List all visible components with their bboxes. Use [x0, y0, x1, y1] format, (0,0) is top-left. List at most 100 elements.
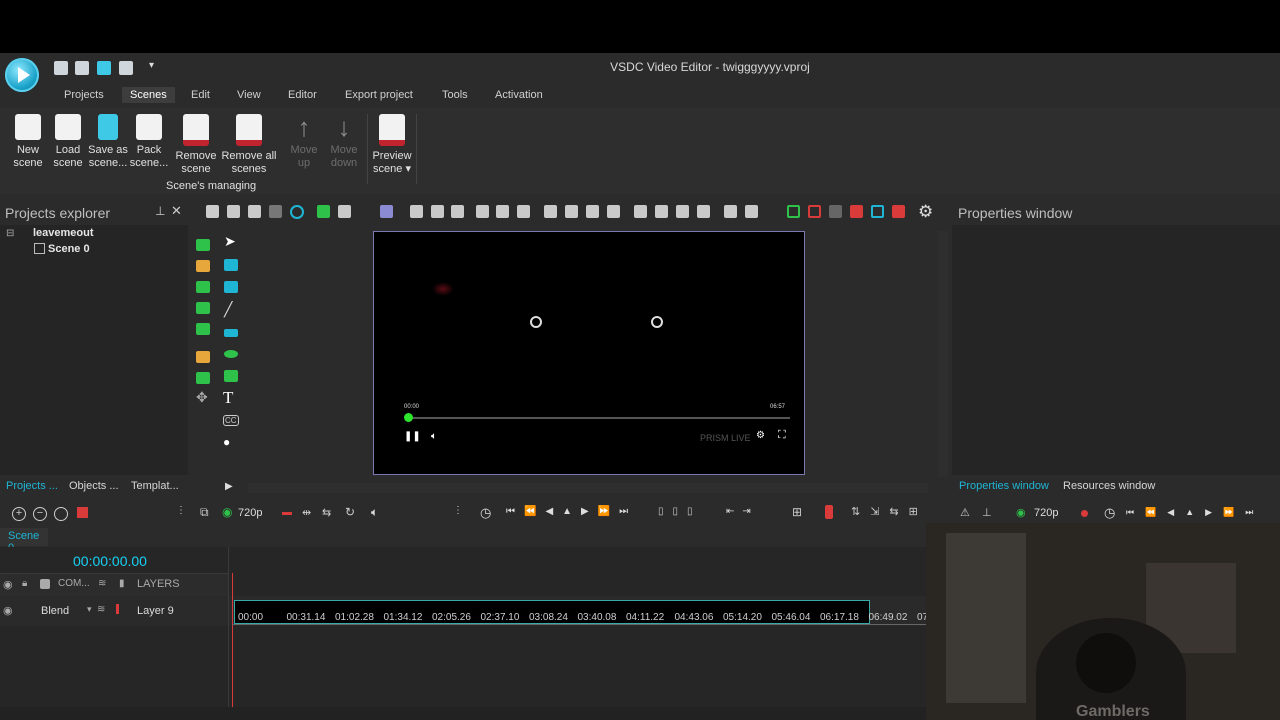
- menu-export-project[interactable]: Export project: [345, 89, 413, 101]
- layer-audio-icon[interactable]: ≋: [97, 604, 105, 615]
- timeline-ruler[interactable]: 00:00 00:31.14 01:02.28 01:34.12 02:05.26 02:…: [232, 604, 956, 626]
- scene-tab[interactable]: Scene 0: [0, 528, 48, 554]
- toolbar-more-icon[interactable]: ⋮: [176, 505, 186, 516]
- move-tool-icon[interactable]: ✥: [196, 389, 208, 406]
- distribute-v-icon[interactable]: [565, 205, 578, 218]
- composite-icon[interactable]: [40, 579, 50, 589]
- toolbar-more-2-icon[interactable]: ⋮: [453, 505, 463, 516]
- image-tool-icon[interactable]: [196, 281, 210, 293]
- move-up-button[interactable]: ↑ Move up: [284, 114, 324, 170]
- align-top-icon[interactable]: [476, 205, 489, 218]
- rectangle-tool-icon[interactable]: [224, 329, 238, 337]
- sprite-tool-icon[interactable]: [196, 260, 210, 272]
- timeline-tools-right[interactable]: ⇅⇲⇆⊞: [851, 505, 928, 518]
- video-tool-icon[interactable]: [196, 323, 210, 335]
- preview-clock-icon[interactable]: ◷: [1104, 505, 1115, 521]
- pack-scene-button[interactable]: Pack scene...: [127, 114, 171, 170]
- vertical-scrollbar[interactable]: [938, 231, 948, 477]
- split-icon[interactable]: ⇹: [302, 506, 311, 519]
- rewind-10-icon[interactable]: [530, 316, 542, 328]
- grid-icon[interactable]: [829, 205, 842, 218]
- align-center-icon[interactable]: [431, 205, 444, 218]
- expand-tools-icon[interactable]: ▶: [225, 481, 233, 492]
- settings-gear-icon[interactable]: ⚙: [918, 202, 933, 222]
- tab-templates[interactable]: Templat...: [131, 480, 179, 492]
- repeat-icon[interactable]: ↻: [345, 505, 355, 519]
- motion-tool-icon[interactable]: [196, 372, 210, 384]
- text-tool-icon[interactable]: T: [223, 388, 233, 408]
- pointer-tool-icon[interactable]: ➤: [224, 233, 236, 250]
- save-as-scene-button[interactable]: Save as scene...: [86, 114, 130, 170]
- text-box-tool-icon[interactable]: [224, 259, 238, 271]
- align-left-icon[interactable]: [410, 205, 423, 218]
- order-down-icon[interactable]: [655, 205, 668, 218]
- pin-icon[interactable]: ⊥: [155, 204, 165, 218]
- video-preview[interactable]: 00:00 06:57 ❚❚ 🔈︎ PRISM LIVE ⚙ ⛶: [373, 231, 805, 475]
- render-mode-icon[interactable]: ⧉: [200, 505, 209, 520]
- transport-controls[interactable]: ⏮⏪◀▲▶⏩⏭: [506, 506, 637, 517]
- align-bottom-icon[interactable]: [517, 205, 530, 218]
- guide-red-icon[interactable]: [808, 205, 821, 218]
- visibility-eye-icon[interactable]: ◉: [3, 578, 13, 591]
- menu-editor[interactable]: Editor: [288, 89, 317, 101]
- safe-area-icon[interactable]: [871, 205, 884, 218]
- zoom-fit-icon[interactable]: [54, 507, 68, 521]
- spectrum-tool-icon[interactable]: [196, 351, 210, 363]
- preview-eye-icon[interactable]: ◉: [222, 505, 232, 519]
- layer-blend-mode[interactable]: Blend: [41, 605, 69, 617]
- menu-view[interactable]: View: [237, 89, 261, 101]
- tab-projects[interactable]: Projects ...: [6, 480, 58, 492]
- volume-icon[interactable]: 🔈︎: [431, 431, 437, 442]
- cut-icon[interactable]: [206, 205, 219, 218]
- pause-icon[interactable]: ❚❚: [404, 431, 421, 442]
- volume-toggle-icon[interactable]: 🔈︎: [371, 505, 378, 520]
- tree-collapse-icon[interactable]: ⊟: [6, 228, 14, 239]
- preview-quality[interactable]: 720p: [1034, 507, 1058, 519]
- tree-item-project[interactable]: leavemeout: [33, 227, 94, 239]
- shape-2-icon[interactable]: [745, 205, 758, 218]
- horizontal-scrollbar[interactable]: [248, 483, 928, 493]
- close-icon[interactable]: ✕: [171, 203, 182, 219]
- subtitle-tool-icon[interactable]: [224, 281, 238, 293]
- preview-transport[interactable]: ⏮⏪◀▲▶⏩⏭: [1126, 507, 1264, 518]
- line-tool-icon[interactable]: ╱: [224, 301, 232, 318]
- zoom-in-icon[interactable]: +: [12, 507, 26, 521]
- playhead[interactable]: [232, 573, 233, 720]
- captions-tool-icon[interactable]: CC: [223, 415, 239, 426]
- layer-eye-icon[interactable]: ◉: [3, 604, 13, 617]
- paste-icon[interactable]: [248, 205, 261, 218]
- remove-scene-button[interactable]: Remove scene: [174, 114, 218, 176]
- preview-scene-button[interactable]: Preview scene ▾: [370, 114, 414, 176]
- tab-properties-window[interactable]: Properties window: [959, 480, 1049, 492]
- marker-controls[interactable]: ▯▯▯: [658, 506, 702, 517]
- layout-icon[interactable]: ⊞: [792, 505, 802, 519]
- ellipse-tool-icon[interactable]: [224, 350, 238, 358]
- shape-icon[interactable]: [724, 205, 737, 218]
- record-icon[interactable]: [77, 507, 88, 518]
- load-scene-button[interactable]: Load scene: [46, 114, 90, 170]
- guide-green-icon[interactable]: [787, 205, 800, 218]
- player-seek-handle[interactable]: [404, 413, 413, 422]
- quality-select[interactable]: 720p: [238, 507, 262, 519]
- tab-resources-window[interactable]: Resources window: [1063, 480, 1155, 492]
- menu-tools[interactable]: Tools: [442, 89, 468, 101]
- align-middle-icon[interactable]: [496, 205, 509, 218]
- crop-icon[interactable]: [380, 205, 393, 218]
- edit-icon[interactable]: ⚠: [960, 506, 970, 519]
- preview-eye-icon-2[interactable]: ◉: [1016, 506, 1026, 519]
- marker-red-icon[interactable]: [825, 505, 833, 519]
- jump-controls[interactable]: ⇤⇥: [726, 506, 759, 517]
- redo-icon[interactable]: [338, 205, 351, 218]
- loop-icon[interactable]: ⇆: [322, 506, 331, 519]
- delete-icon[interactable]: [269, 205, 282, 218]
- menu-edit[interactable]: Edit: [191, 89, 210, 101]
- menu-projects[interactable]: Projects: [64, 89, 104, 101]
- freeform-tool-icon[interactable]: [224, 370, 238, 382]
- fullscreen-fit-icon[interactable]: [607, 205, 620, 218]
- fullscreen-icon[interactable]: ⛶: [778, 429, 786, 442]
- undo-icon[interactable]: [317, 205, 330, 218]
- timeline-scrollbar[interactable]: [0, 707, 926, 720]
- order-up-icon[interactable]: [634, 205, 647, 218]
- zoom-out-icon[interactable]: −: [33, 507, 47, 521]
- callout-tool-icon[interactable]: ●: [223, 435, 230, 449]
